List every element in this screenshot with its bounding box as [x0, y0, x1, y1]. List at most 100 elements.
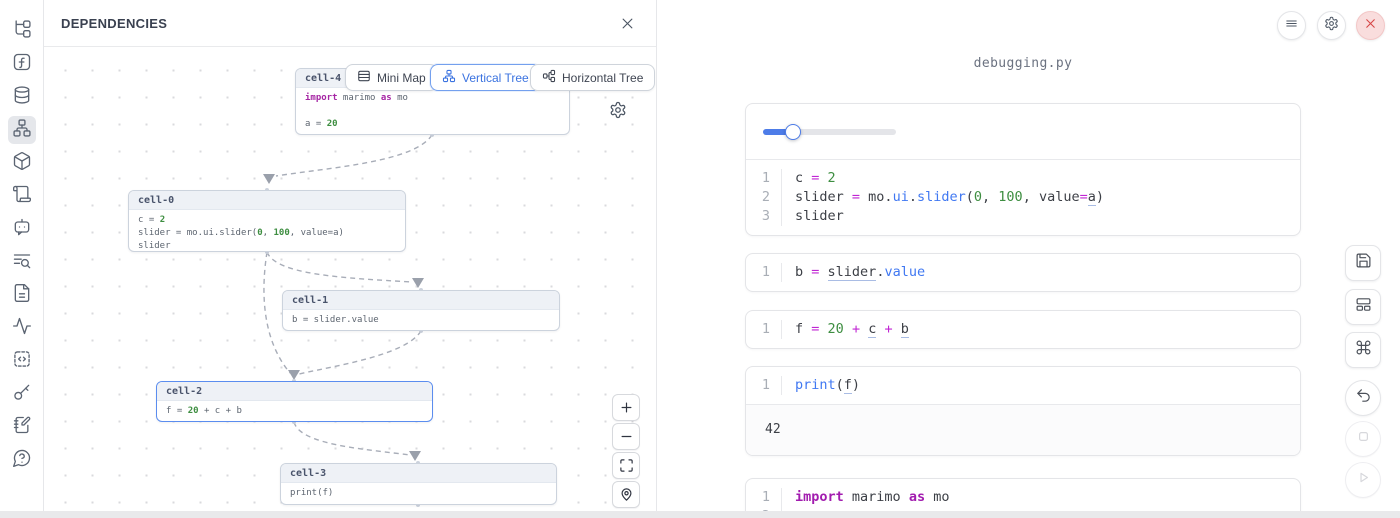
- sidebar-item-ai-chat[interactable]: [8, 215, 36, 243]
- locate-cell-button[interactable]: [612, 481, 640, 508]
- vertical-tree-icon: [442, 69, 456, 86]
- notebook-area: debugging.py 1c = 22slider = mo.ui.slide…: [657, 0, 1400, 518]
- node-title: cell-3: [281, 464, 556, 483]
- node-code-line: a = 20: [305, 118, 560, 131]
- horizontal-tree-icon: [542, 69, 556, 86]
- fit-view-button[interactable]: [612, 452, 640, 479]
- horizontal-tree-view-button[interactable]: Horizontal Tree: [530, 64, 655, 91]
- cell-code[interactable]: 1f = 20 + c + b: [746, 311, 1300, 348]
- cell-code[interactable]: 1c = 22slider = mo.ui.slider(0, 100, val…: [746, 160, 1300, 235]
- cell-output-text: 42: [746, 404, 1300, 455]
- panel-close-button[interactable]: [616, 12, 638, 34]
- shutdown-button[interactable]: [1356, 11, 1385, 40]
- notebook-cell-print[interactable]: 1print(f) 42: [745, 366, 1301, 456]
- save-button[interactable]: [1345, 245, 1381, 281]
- stop-icon: [1355, 428, 1372, 450]
- code-line[interactable]: 1print(f): [746, 376, 1300, 395]
- stop-button[interactable]: [1345, 421, 1381, 457]
- code-text[interactable]: b = slider.value: [782, 263, 925, 282]
- code-line[interactable]: 3slider: [746, 207, 1300, 226]
- code-text[interactable]: slider = mo.ui.slider(0, 100, value=a): [782, 188, 1104, 207]
- node-code-line: f = 20 + c + b: [166, 405, 423, 418]
- minimap-view-label: Mini Map: [377, 71, 426, 85]
- file-text-icon: [12, 283, 32, 308]
- command-icon: [1355, 339, 1372, 361]
- code-text[interactable]: f = 20 + c + b: [782, 320, 909, 339]
- graph-node-cell-2[interactable]: cell-2 f = 20 + c + b: [156, 381, 433, 422]
- sidebar-item-help[interactable]: [8, 446, 36, 474]
- code-text[interactable]: print(f): [782, 376, 860, 395]
- sidebar-item-variable-search[interactable]: [8, 248, 36, 276]
- sidebar-item-dependency-graph[interactable]: [8, 116, 36, 144]
- cell-code[interactable]: 1b = slider.value: [746, 254, 1300, 291]
- slider-widget[interactable]: [763, 124, 896, 140]
- help-bubble-icon: [12, 448, 32, 473]
- vertical-tree-view-button[interactable]: Vertical Tree: [430, 64, 541, 91]
- run-button[interactable]: [1345, 462, 1381, 498]
- code-line[interactable]: 2slider = mo.ui.slider(0, 100, value=a): [746, 188, 1300, 207]
- minimap-view-button[interactable]: Mini Map: [345, 64, 438, 91]
- node-code-line: b = slider.value: [292, 314, 550, 327]
- code-line[interactable]: 1f = 20 + c + b: [746, 320, 1300, 339]
- notebook-menu-button[interactable]: [1277, 11, 1306, 40]
- code-text[interactable]: c = 2: [782, 169, 836, 188]
- slider-handle[interactable]: [785, 124, 801, 140]
- menu-icon: [1284, 16, 1299, 36]
- notebook-cell-slider[interactable]: 1c = 22slider = mo.ui.slider(0, 100, val…: [745, 103, 1301, 236]
- horizontal-tree-view-label: Horizontal Tree: [562, 71, 643, 85]
- node-code-line: print(f): [290, 487, 547, 500]
- line-number: 2: [746, 188, 782, 207]
- sidebar-item-snippets[interactable]: [8, 347, 36, 375]
- code-line[interactable]: 1import marimo as mo: [746, 488, 1300, 507]
- notebook-settings-button[interactable]: [1317, 11, 1346, 40]
- code-text[interactable]: slider: [782, 207, 844, 226]
- sidebar-item-packages[interactable]: [8, 149, 36, 177]
- list-search-icon: [12, 250, 32, 275]
- notebook-cell-f[interactable]: 1f = 20 + c + b: [745, 310, 1301, 349]
- graph-node-cell-1[interactable]: cell-1 b = slider.value: [282, 290, 560, 331]
- sidebar-item-scratchpad[interactable]: [8, 413, 36, 441]
- line-number: 1: [746, 320, 782, 339]
- dependencies-panel: DEPENDENCIES: [44, 0, 657, 518]
- dependency-graph-icon: [12, 118, 32, 143]
- notebook-cell-b[interactable]: 1b = slider.value: [745, 253, 1301, 292]
- undo-icon: [1355, 387, 1372, 409]
- code-snippet-icon: [12, 349, 32, 374]
- panel-title: DEPENDENCIES: [61, 16, 167, 31]
- undo-button[interactable]: [1345, 380, 1381, 416]
- graph-zoom-controls: [612, 394, 640, 508]
- minimap-icon: [357, 69, 371, 86]
- node-title: cell-2: [157, 382, 432, 401]
- sidebar-item-secrets[interactable]: [8, 380, 36, 408]
- sidebar-item-datasources[interactable]: [8, 83, 36, 111]
- database-icon: [12, 85, 32, 110]
- sidebar-item-tracing[interactable]: [8, 314, 36, 342]
- activity-icon: [12, 316, 32, 341]
- gear-icon: [1324, 16, 1339, 36]
- code-line[interactable]: 1b = slider.value: [746, 263, 1300, 282]
- graph-settings-button[interactable]: [609, 101, 627, 119]
- line-number: 1: [746, 488, 782, 507]
- graph-node-cell-0[interactable]: cell-0 c = 2slider = mo.ui.slider(0, 100…: [128, 190, 406, 252]
- node-code: b = slider.value: [283, 310, 559, 330]
- layout-icon: [1355, 296, 1372, 318]
- sidebar-item-file-explorer[interactable]: [8, 17, 36, 45]
- zoom-out-button[interactable]: [612, 423, 640, 450]
- dependency-graph-canvas[interactable]: cell-4 import marimo as mo a = 20 cell-0…: [44, 47, 656, 518]
- node-code: f = 20 + c + b: [157, 401, 432, 421]
- graph-node-cell-3[interactable]: cell-3 print(f): [280, 463, 557, 505]
- notebook-pen-icon: [12, 415, 32, 440]
- node-code-line: slider = mo.ui.slider(0, 100, value=a): [138, 227, 396, 240]
- sidebar-item-functions[interactable]: [8, 50, 36, 78]
- keyboard-shortcuts-button[interactable]: [1345, 332, 1381, 368]
- code-line[interactable]: 1c = 2: [746, 169, 1300, 188]
- layout-button[interactable]: [1345, 289, 1381, 325]
- sidebar-item-logs[interactable]: [8, 182, 36, 210]
- node-code: print(f): [281, 483, 556, 503]
- play-icon: [1355, 469, 1372, 491]
- zoom-in-button[interactable]: [612, 394, 640, 421]
- code-text[interactable]: import marimo as mo: [782, 488, 949, 507]
- icon-sidebar: [0, 0, 44, 518]
- cell-code[interactable]: 1print(f): [746, 367, 1300, 404]
- sidebar-item-documentation[interactable]: [8, 281, 36, 309]
